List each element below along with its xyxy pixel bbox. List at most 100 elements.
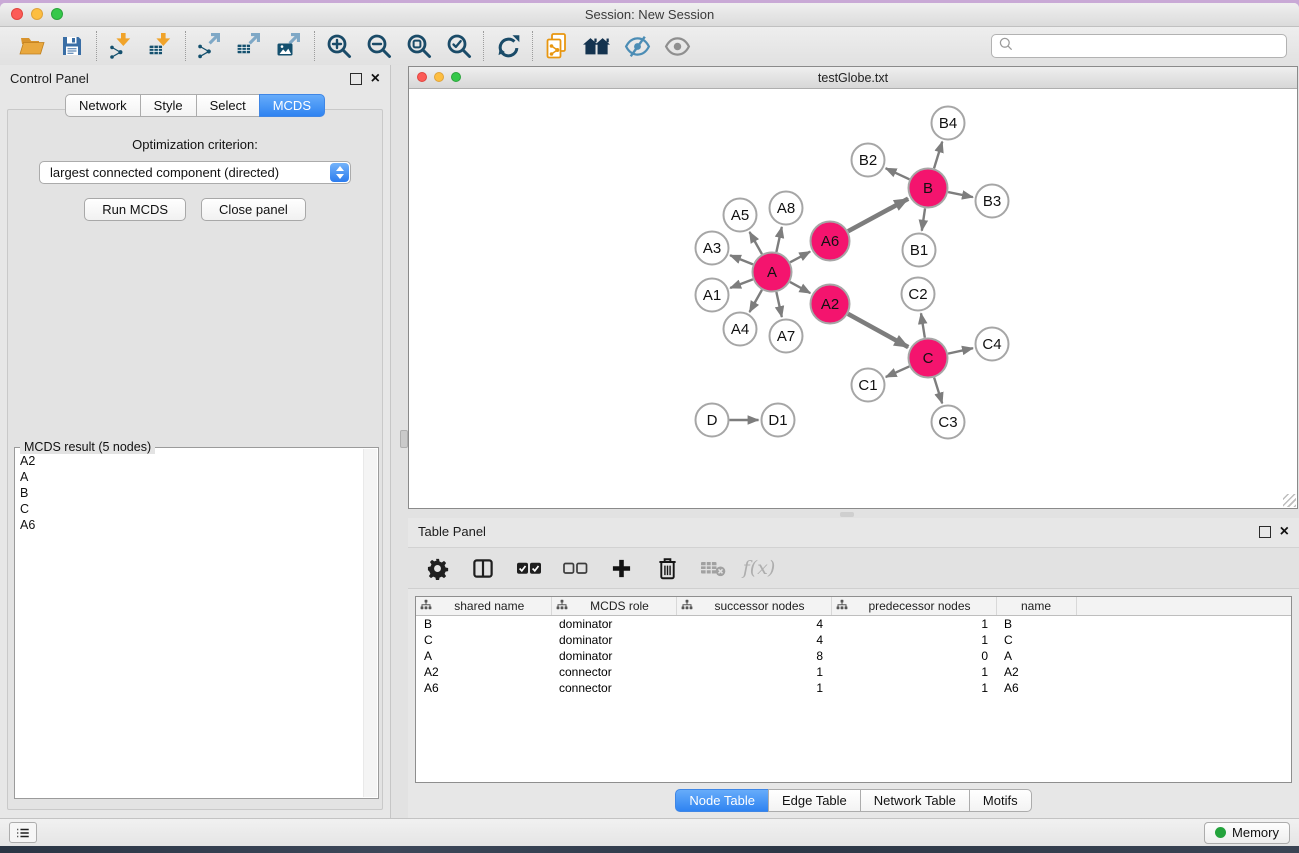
graph-node-A5[interactable]: A5 — [724, 199, 757, 232]
table-row[interactable]: A6connector11A6 — [416, 680, 1291, 696]
graph-node-A4[interactable]: A4 — [724, 313, 757, 346]
network-graph[interactable]: A A1 A2 A3 A4 A5 A6 A7 A8 B B1 B2 B3 B4 C C1 C2 C3 C4 D D1 — [409, 89, 1297, 508]
export-table-icon[interactable] — [236, 32, 264, 60]
minimize-window-icon[interactable] — [31, 8, 43, 20]
graph-node-C4[interactable]: C4 — [976, 328, 1009, 361]
table-tab-edge-table[interactable]: Edge Table — [768, 789, 861, 812]
run-mcds-button[interactable]: Run MCDS — [84, 198, 186, 221]
graph-node-A1[interactable]: A1 — [696, 279, 729, 312]
close-table-panel-icon[interactable]: × — [1280, 527, 1289, 537]
resize-grip[interactable] — [1283, 494, 1296, 507]
graph-node-A3[interactable]: A3 — [696, 232, 729, 265]
graph-node-C2[interactable]: C2 — [902, 278, 935, 311]
save-session-icon[interactable] — [58, 32, 86, 60]
column-type-icon — [420, 599, 432, 614]
table-row[interactable]: Cdominator41C — [416, 632, 1291, 648]
column-header-name[interactable]: name — [996, 597, 1076, 616]
column-header-filler — [1076, 597, 1291, 616]
net-minimize-icon[interactable] — [434, 72, 444, 82]
zoom-selected-icon[interactable] — [445, 32, 473, 60]
mcds-result-item[interactable]: A — [20, 469, 361, 485]
column-type-icon — [681, 599, 693, 614]
table-panel-header: Table Panel × — [408, 518, 1299, 545]
refresh-icon[interactable] — [494, 32, 522, 60]
task-history-button[interactable] — [9, 822, 37, 843]
graph-node-B1[interactable]: B1 — [903, 234, 936, 267]
float-table-panel-icon[interactable] — [1259, 526, 1271, 538]
close-panel-button[interactable]: Close panel — [201, 198, 306, 221]
net-close-icon[interactable] — [417, 72, 427, 82]
graph-node-B3[interactable]: B3 — [976, 185, 1009, 218]
graph-node-D[interactable]: D — [696, 404, 729, 437]
table-tab-motifs[interactable]: Motifs — [969, 789, 1032, 812]
tab-select[interactable]: Select — [196, 94, 260, 117]
column-header-predecessor-nodes[interactable]: predecessor nodes — [831, 597, 996, 616]
tab-style[interactable]: Style — [140, 94, 197, 117]
tab-network[interactable]: Network — [65, 94, 141, 117]
tab-mcds[interactable]: MCDS — [259, 94, 325, 117]
maximize-window-icon[interactable] — [51, 8, 63, 20]
table-row[interactable]: Adominator80A — [416, 648, 1291, 664]
graph-node-A7[interactable]: A7 — [770, 320, 803, 353]
cell-name: A — [996, 648, 1076, 664]
graph-node-B2[interactable]: B2 — [852, 144, 885, 177]
search-box[interactable] — [991, 34, 1287, 58]
split-panel-icon[interactable] — [470, 555, 496, 581]
graph-node-A8[interactable]: A8 — [770, 192, 803, 225]
mcds-result-item[interactable]: A6 — [20, 517, 361, 533]
mcds-result-item[interactable]: A2 — [20, 453, 361, 469]
show-all-icon[interactable] — [663, 32, 691, 60]
mcds-result-item[interactable]: B — [20, 485, 361, 501]
table-tab-node-table[interactable]: Node Table — [675, 789, 769, 812]
graph-node-C3[interactable]: C3 — [932, 406, 965, 439]
search-input[interactable] — [1018, 38, 1280, 55]
graph-node-A6[interactable]: A6 — [811, 222, 850, 261]
graph-node-B4[interactable]: B4 — [932, 107, 965, 140]
import-table-icon[interactable] — [147, 32, 175, 60]
column-header-shared-name[interactable]: shared name — [416, 597, 551, 616]
table-row[interactable]: Bdominator41B — [416, 616, 1291, 633]
net-maximize-icon[interactable] — [451, 72, 461, 82]
network-view-window[interactable]: testGlobe.txt A A1 A2 A3 A4 A5 A6 A7 A8 B B1 B2 B3 B4… — [408, 66, 1298, 509]
open-session-icon[interactable] — [18, 32, 46, 60]
deselect-all-icon[interactable] — [562, 555, 588, 581]
zoom-fit-icon[interactable] — [405, 32, 433, 60]
table-row[interactable]: A2connector11A2 — [416, 664, 1291, 680]
network-window-titlebar[interactable]: testGlobe.txt — [409, 67, 1297, 89]
pane-divider-handle[interactable] — [840, 512, 854, 517]
delete-column-icon[interactable] — [654, 555, 680, 581]
node-table-container: shared nameMCDS rolesuccessor nodesprede… — [415, 596, 1292, 783]
zoom-out-icon[interactable] — [365, 32, 393, 60]
result-scrollbar[interactable] — [363, 449, 377, 797]
network-from-selection-icon[interactable] — [543, 32, 571, 60]
graph-node-B[interactable]: B — [909, 169, 948, 208]
export-network-icon[interactable] — [196, 32, 224, 60]
import-network-icon[interactable] — [107, 32, 135, 60]
export-image-icon[interactable] — [276, 32, 304, 60]
zoom-in-icon[interactable] — [325, 32, 353, 60]
column-header-successor-nodes[interactable]: successor nodes — [676, 597, 831, 616]
graph-node-A2[interactable]: A2 — [811, 285, 850, 324]
add-column-icon[interactable] — [608, 555, 634, 581]
hide-selected-icon[interactable] — [623, 32, 651, 60]
mcds-result-item[interactable]: C — [20, 501, 361, 517]
close-window-icon[interactable] — [11, 8, 23, 20]
graph-node-A[interactable]: A — [753, 253, 792, 292]
graph-node-C[interactable]: C — [909, 339, 948, 378]
float-panel-icon[interactable] — [350, 73, 362, 85]
home-icon[interactable] — [583, 32, 611, 60]
table-tab-network-table[interactable]: Network Table — [860, 789, 970, 812]
table-mode-gear-icon[interactable] — [424, 555, 450, 581]
graph-node-C1[interactable]: C1 — [852, 369, 885, 402]
main-toolbar — [0, 27, 1299, 66]
column-header-MCDS-role[interactable]: MCDS role — [551, 597, 676, 616]
network-canvas[interactable]: A A1 A2 A3 A4 A5 A6 A7 A8 B B1 B2 B3 B4 C C1 C2 C3 C4 D D1 — [409, 89, 1297, 508]
select-all-icon[interactable] — [516, 555, 542, 581]
pane-scrollbar-thumb[interactable] — [400, 430, 408, 448]
memory-button[interactable]: Memory — [1204, 822, 1290, 844]
app-titlebar[interactable]: Session: New Session — [0, 3, 1299, 27]
graph-node-D1[interactable]: D1 — [762, 404, 795, 437]
close-panel-icon[interactable]: × — [371, 74, 380, 84]
graph-edge-A-A2 — [790, 282, 810, 293]
optimization-criterion-select[interactable]: largest connected component (directed) — [39, 161, 351, 184]
